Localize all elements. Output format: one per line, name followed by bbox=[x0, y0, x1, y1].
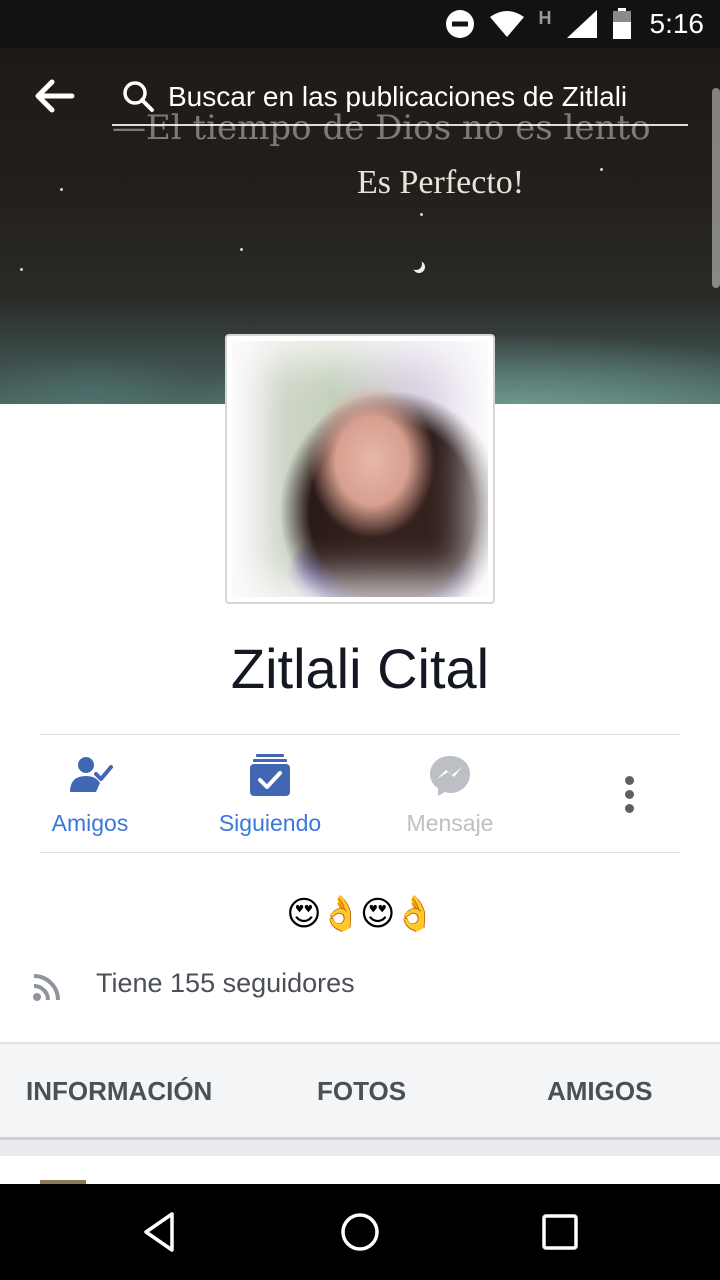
battery-icon bbox=[612, 8, 631, 39]
bio-emojis: 😍👌😍👌 bbox=[286, 894, 436, 934]
network-type-label: H bbox=[538, 8, 552, 28]
back-arrow-icon bbox=[35, 79, 75, 113]
search-input[interactable] bbox=[168, 76, 688, 118]
message-button[interactable]: Mensaje bbox=[360, 752, 540, 842]
signal-icon bbox=[566, 10, 597, 38]
nav-home-icon[interactable] bbox=[336, 1208, 384, 1256]
friends-label: Amigos bbox=[51, 810, 129, 836]
star-decoration bbox=[240, 248, 243, 251]
divider bbox=[40, 852, 680, 853]
back-button[interactable] bbox=[28, 72, 84, 120]
search-icon bbox=[123, 81, 154, 112]
status-bar: H 5:16 bbox=[0, 0, 720, 48]
profile-tabs: INFORMACIÓN FOTOS AMIGOS bbox=[0, 1042, 720, 1140]
cover-edge bbox=[712, 88, 720, 288]
divider bbox=[40, 734, 680, 735]
wifi-icon bbox=[489, 11, 524, 37]
followers-row: Tiene 155 seguidores bbox=[30, 964, 690, 1008]
messenger-icon bbox=[430, 756, 470, 796]
moon-decoration bbox=[410, 258, 422, 270]
following-label: Siguiendo bbox=[218, 810, 322, 836]
more-options-button[interactable] bbox=[605, 770, 655, 820]
rss-feed-icon bbox=[33, 974, 60, 1001]
tab-friends[interactable]: AMIGOS bbox=[547, 1076, 652, 1107]
system-nav-bar bbox=[0, 1184, 720, 1280]
profile-picture[interactable] bbox=[225, 334, 495, 604]
tab-information[interactable]: INFORMACIÓN bbox=[26, 1076, 212, 1107]
star-decoration bbox=[60, 188, 63, 191]
star-decoration bbox=[600, 168, 603, 171]
followers-count-text: Tiene 155 seguidores bbox=[96, 968, 355, 998]
search-bar[interactable] bbox=[112, 72, 688, 126]
friend-check-icon bbox=[70, 757, 113, 792]
profile-photo bbox=[232, 341, 488, 597]
nav-back-icon[interactable] bbox=[136, 1208, 184, 1256]
more-vert-icon bbox=[625, 790, 634, 799]
following-button[interactable]: Siguiendo bbox=[180, 752, 360, 842]
following-check-icon bbox=[250, 754, 290, 796]
more-vert-icon bbox=[625, 776, 634, 785]
cover-text-main: Es Perfecto! bbox=[357, 164, 525, 201]
profile-screen: H 5:16 —El tiempo de Dios no es lento Es… bbox=[0, 0, 720, 1280]
feed-card-peek bbox=[0, 1156, 720, 1184]
friends-button[interactable]: Amigos bbox=[0, 752, 180, 842]
message-label: Mensaje bbox=[406, 810, 494, 836]
profile-name: Zitlali Cital bbox=[230, 637, 490, 700]
star-decoration bbox=[420, 213, 423, 216]
do-not-disturb-icon bbox=[445, 10, 474, 38]
star-decoration bbox=[20, 268, 23, 271]
tab-photos[interactable]: FOTOS bbox=[317, 1076, 406, 1107]
status-time: 5:16 bbox=[649, 8, 705, 39]
more-vert-icon bbox=[625, 804, 634, 813]
status-icons: H 5:16 bbox=[445, 0, 705, 48]
nav-recents-icon[interactable] bbox=[536, 1208, 584, 1256]
